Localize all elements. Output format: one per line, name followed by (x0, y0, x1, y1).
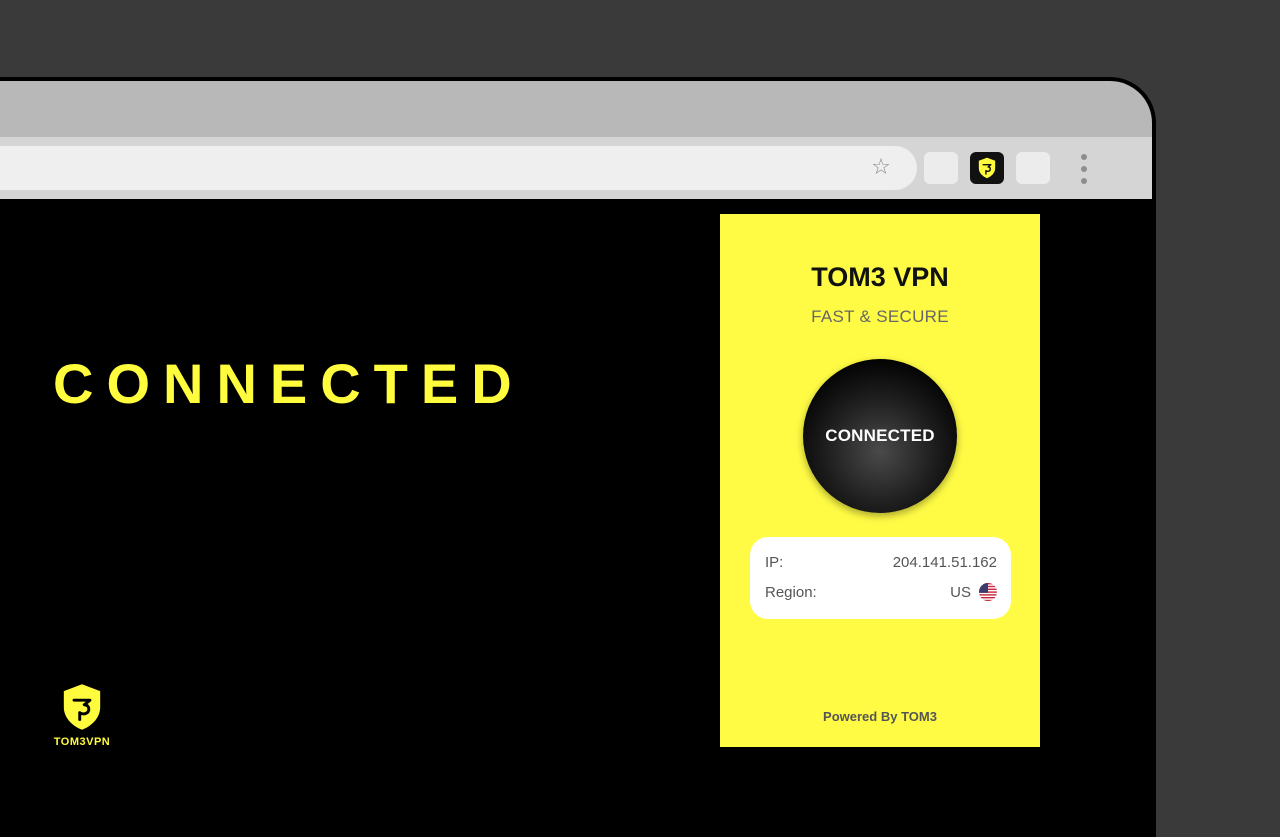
tab-strip (0, 81, 1152, 137)
popup-subtitle: FAST & SECURE (811, 307, 949, 326)
region-label: Region: (765, 583, 817, 601)
region-value: US (950, 583, 971, 601)
connect-toggle-button[interactable]: CONNECTED (803, 359, 957, 513)
region-row: Region: US (765, 581, 997, 603)
hero-status-text: CONNECTED (53, 352, 525, 415)
connection-info-card: IP: 204.141.51.162 Region: US (750, 537, 1011, 619)
ip-row: IP: 204.141.51.162 (765, 551, 997, 573)
tom3-extension-button[interactable] (970, 152, 1004, 184)
popup-footer: Powered By TOM3 (823, 709, 937, 724)
popup-title: TOM3 VPN (811, 262, 949, 292)
us-flag-icon (979, 583, 997, 601)
brand-logo-label: TOM3VPN (53, 736, 111, 748)
browser-toolbar: ☆ (0, 137, 1152, 199)
extension-slot-1[interactable] (924, 152, 958, 184)
vpn-extension-popup: TOM3 VPN FAST & SECURE CONNECTED IP: 204… (720, 214, 1040, 747)
connect-toggle-label: CONNECTED (825, 426, 935, 445)
brand-logo: TOM3VPN (50, 682, 114, 748)
address-bar[interactable]: ☆ (0, 146, 917, 190)
tom3-shield-logo-icon (63, 684, 101, 730)
ip-label: IP: (765, 553, 784, 571)
extension-slot-2[interactable] (1016, 152, 1050, 184)
tom3-shield-icon (977, 156, 997, 180)
kebab-menu-icon[interactable] (1079, 154, 1089, 184)
star-icon[interactable]: ☆ (869, 155, 893, 179)
ip-value: 204.141.51.162 (892, 553, 997, 571)
